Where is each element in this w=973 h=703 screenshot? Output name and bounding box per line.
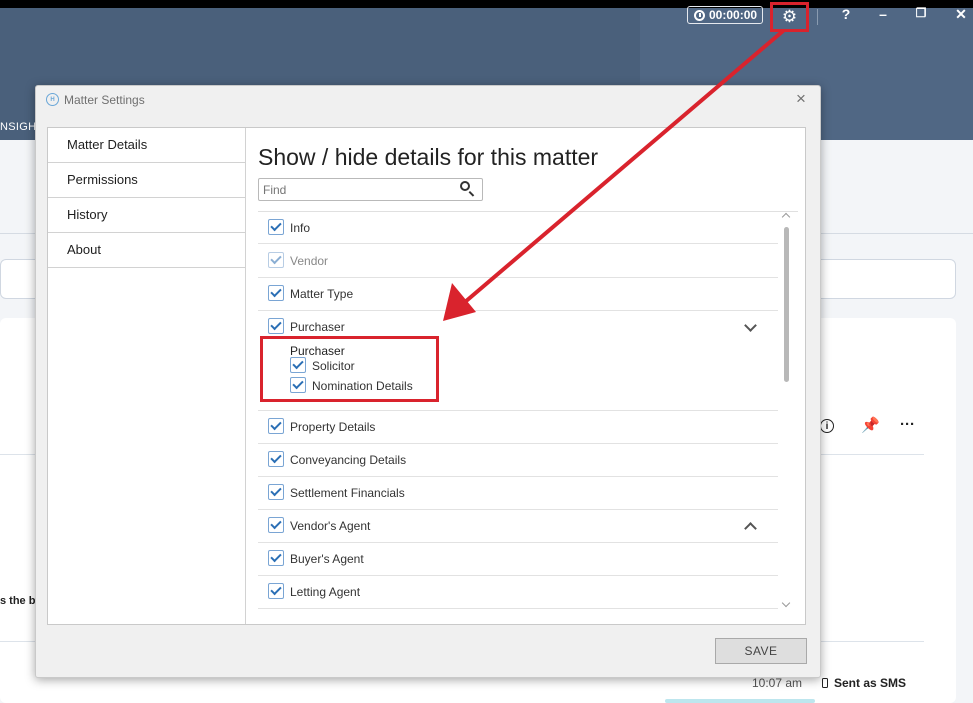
restore-button[interactable]: ❐: [911, 6, 931, 20]
checkbox[interactable]: [268, 252, 284, 268]
background-message-text: s the b: [0, 595, 36, 607]
item-label: Letting Agent: [290, 585, 361, 599]
list-item-matter-type[interactable]: Matter Type: [258, 278, 778, 311]
phone-icon: [822, 678, 828, 688]
list-item-info[interactable]: Info: [258, 212, 778, 244]
list-item-property-details[interactable]: Property Details: [258, 411, 778, 444]
app-logo-icon: H: [46, 93, 59, 106]
checkbox[interactable]: [268, 451, 284, 467]
timer-value: 00:00:00: [709, 8, 758, 22]
scroll-down-icon[interactable]: [781, 598, 791, 608]
pin-icon[interactable]: 📌: [861, 416, 880, 434]
nav-item-matter-details[interactable]: Matter Details: [48, 128, 245, 163]
item-label: Property Details: [290, 420, 376, 434]
info-icon[interactable]: i: [820, 419, 834, 433]
find-input[interactable]: [258, 178, 483, 201]
details-list: Info Vendor Matter Type Purchaser Purcha…: [258, 211, 798, 610]
checkbox[interactable]: [268, 550, 284, 566]
list-item-vendor[interactable]: Vendor: [258, 245, 778, 278]
checkbox[interactable]: [268, 219, 284, 235]
list-item-vendors-agent[interactable]: Vendor's Agent: [258, 510, 778, 543]
item-label: Settlement Financials: [290, 486, 405, 500]
list-item-conveyancing-details[interactable]: Conveyancing Details: [258, 444, 778, 477]
checkbox[interactable]: [268, 285, 284, 301]
checkbox[interactable]: [268, 318, 284, 334]
list-item-letting-agent[interactable]: Letting Agent: [258, 576, 778, 609]
save-button[interactable]: SAVE: [715, 638, 807, 664]
minimize-button[interactable]: –: [873, 6, 893, 22]
title-strip: [0, 0, 973, 8]
item-label: Buyer's Agent: [290, 552, 364, 566]
chevron-down-icon[interactable]: [744, 319, 757, 332]
annotation-highlight-box: [260, 336, 439, 402]
nav-item-permissions[interactable]: Permissions: [48, 163, 245, 198]
item-label: Vendor's Agent: [290, 519, 371, 533]
checkbox[interactable]: [268, 484, 284, 500]
scroll-up-icon[interactable]: [781, 212, 791, 222]
dialog-title: Matter Settings: [64, 93, 145, 107]
item-label: Info: [290, 221, 311, 235]
sms-label: Sent as SMS: [834, 676, 907, 690]
item-label: Conveyancing Details: [290, 453, 407, 467]
search-icon[interactable]: [460, 181, 470, 191]
list-item-buyers-agent[interactable]: Buyer's Agent: [258, 543, 778, 576]
message-time: 10:07 am: [752, 676, 803, 690]
help-button[interactable]: ?: [836, 6, 856, 22]
item-label: Purchaser: [290, 320, 345, 334]
timer-button[interactable]: 00:00:00: [687, 6, 763, 24]
dialog-close-button[interactable]: ×: [796, 89, 806, 109]
close-window-button[interactable]: ✕: [951, 6, 971, 23]
settings-gear-button[interactable]: ⚙: [770, 2, 809, 32]
gear-icon: ⚙: [781, 7, 798, 26]
checkbox[interactable]: [268, 418, 284, 434]
chevron-up-icon[interactable]: [744, 522, 757, 535]
clock-icon: [694, 9, 705, 21]
page-title: Show / hide details for this matter: [258, 144, 599, 170]
scroll-thumb[interactable]: [784, 227, 789, 382]
item-label: Vendor: [290, 254, 329, 268]
more-options-icon[interactable]: ···: [900, 416, 915, 433]
background-chip: [665, 699, 815, 703]
sms-status: Sent as SMS: [822, 676, 906, 690]
settings-nav: Matter Details Permissions History About: [48, 128, 246, 624]
checkbox[interactable]: [268, 517, 284, 533]
scrollbar[interactable]: [781, 212, 791, 609]
nav-item-history[interactable]: History: [48, 198, 245, 233]
checkbox[interactable]: [268, 583, 284, 599]
item-label: Matter Type: [290, 287, 354, 301]
header-separator: [817, 9, 818, 25]
nav-item-about[interactable]: About: [48, 233, 245, 268]
list-item-settlement-financials[interactable]: Settlement Financials: [258, 477, 778, 510]
